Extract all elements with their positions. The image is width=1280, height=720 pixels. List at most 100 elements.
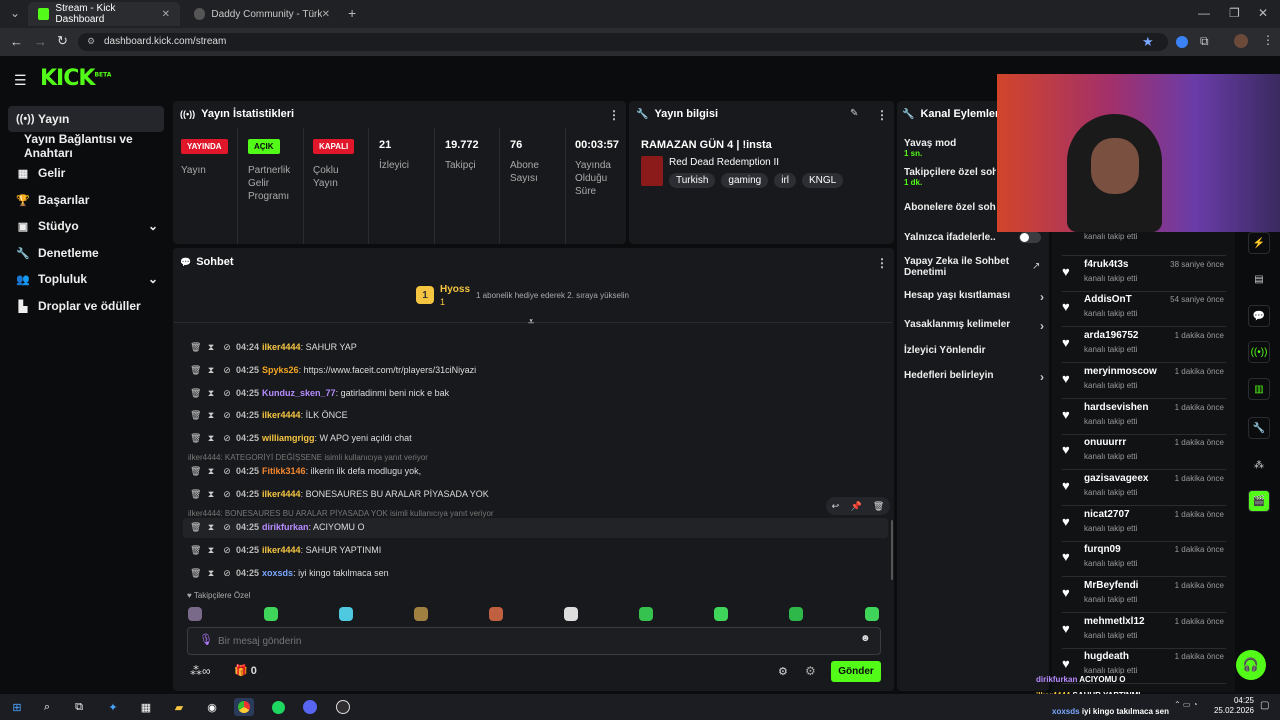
timeout-icon[interactable]: ⧗ (206, 489, 216, 500)
back-icon[interactable]: ← (10, 34, 23, 49)
message-user[interactable]: xoxsds (262, 568, 293, 578)
sidebar-item-yayin[interactable]: ((•)) Yayın (8, 106, 164, 132)
action-account-age[interactable]: Hesap yaşı kısıtlaması › (904, 290, 1044, 304)
close-icon[interactable]: ✕ (322, 9, 330, 20)
chat-message[interactable]: 🗑 ⧗ ⊘ 04:25 ilker4444: İLK ÖNCE (190, 405, 348, 425)
action-ai-moderation[interactable]: Yapay Zeka ile Sohbet Denetimi (904, 256, 1014, 278)
ban-icon[interactable]: ⊘ (222, 545, 232, 556)
profile-avatar[interactable] (1234, 34, 1248, 48)
timeout-icon[interactable]: ⧗ (206, 568, 216, 579)
microphone-icon[interactable]: 🎙 (199, 633, 213, 646)
windows-start-icon[interactable]: ⊞ (8, 698, 26, 716)
timeout-icon[interactable]: ⧗ (206, 388, 216, 399)
chat-message[interactable]: 🗑 ⧗ ⊘ 04:25 Kunduz_sken_77: gatirladinmi ben… (190, 383, 449, 403)
tag-chip[interactable]: gaming (721, 173, 769, 188)
follower-name[interactable]: MrBeyfendi (1084, 580, 1138, 591)
ban-icon[interactable]: ⊘ (222, 433, 232, 444)
file-explorer-icon[interactable]: ▰ (170, 698, 188, 716)
kick-logo[interactable]: KICKBETA (40, 66, 111, 91)
close-icon[interactable]: ✕ (162, 9, 170, 20)
emote-icon[interactable] (639, 607, 653, 621)
trash-icon[interactable]: 🗑 (190, 365, 201, 376)
trash-icon[interactable]: 🗑 (190, 489, 201, 500)
tag-chip[interactable]: irl (774, 173, 797, 188)
info-menu-icon[interactable]: ⋮ (876, 108, 888, 122)
emote-icon[interactable] (714, 607, 728, 621)
extension-icon[interactable] (1176, 36, 1188, 48)
leaderboard-user[interactable]: Hyoss (440, 284, 470, 295)
sidebar-item-droplar[interactable]: ▙ Droplar ve ödüller (8, 293, 164, 319)
emote-icon[interactable] (188, 607, 202, 621)
store-icon[interactable]: ▦ (137, 698, 155, 716)
trash-icon[interactable]: 🗑 (190, 410, 201, 421)
chat-settings-icon[interactable]: ⚙ (805, 664, 816, 678)
reload-icon[interactable]: ↻ (57, 33, 68, 49)
timeout-icon[interactable]: ⧗ (206, 410, 216, 421)
chat-menu-icon[interactable]: ⋮ (876, 256, 888, 270)
browser-menu-icon[interactable]: ⋮ (1262, 33, 1274, 47)
settings-gear-icon[interactable]: ⚙ (778, 665, 788, 678)
message-user[interactable]: dirikfurkan (262, 522, 309, 532)
action-slow-mode[interactable]: Yavaş mod 1 sn. (904, 138, 956, 158)
taskbar-clock[interactable]: 04:25 25.02.2026 (1200, 696, 1254, 716)
system-tray-icons[interactable]: ⌃ ▭ ◔ (1174, 700, 1198, 709)
send-button[interactable]: Gönder (831, 661, 881, 682)
sidebar-item-basarilar[interactable]: 🏆 Başarılar (8, 187, 164, 213)
action-banned-words[interactable]: Yasaklanmış kelimeler › (904, 319, 1044, 333)
timeout-icon[interactable]: ⧗ (206, 365, 216, 376)
task-view-icon[interactable]: ⧉ (70, 698, 88, 716)
edit-pencil-icon[interactable]: ✎ (850, 108, 858, 119)
broadcast-icon[interactable]: ((•)) (1248, 341, 1270, 363)
timeout-icon[interactable]: ⧗ (206, 522, 216, 533)
ban-icon[interactable]: ⊘ (222, 522, 232, 533)
action-emote-only[interactable]: Yalnızca ifadelerle... (904, 232, 996, 243)
wrench-icon[interactable]: 🔧 (1248, 417, 1270, 439)
steam-client-icon[interactable]: ◉ (203, 698, 221, 716)
external-link-icon[interactable]: ↗ (1032, 261, 1040, 272)
spotify-icon[interactable] (269, 698, 287, 716)
follower-name[interactable]: arda196752 (1084, 330, 1139, 341)
trash-icon[interactable]: 🗑 (190, 568, 201, 579)
users-icon[interactable]: ⁂ (1248, 454, 1270, 476)
maximize-icon[interactable]: ❐ (1229, 6, 1240, 20)
emote-icon[interactable] (489, 607, 503, 621)
timeout-icon[interactable]: ⧗ (206, 342, 216, 353)
trash-icon[interactable]: 🗑 (190, 342, 201, 353)
follower-name[interactable]: onuuurrr (1084, 437, 1126, 448)
timeout-icon[interactable]: ⧗ (206, 433, 216, 444)
ban-icon[interactable]: ⊘ (222, 365, 232, 376)
chat-message[interactable]: 🗑 ⧗ ⊘ 04:25 xoxsds: iyi kingo takılmaca sen (190, 563, 389, 583)
chat-message[interactable]: 🗑 ⧗ ⊘ 04:24 ilker4444: SAHUR YAP (190, 337, 357, 357)
clip-icon[interactable]: 🎬 (1248, 490, 1270, 512)
action-goals[interactable]: Hedefleri belirleyin › (904, 370, 1044, 384)
emote-icon[interactable] (789, 607, 803, 621)
message-user[interactable]: Spyks26 (262, 365, 299, 375)
message-user[interactable]: ilker4444 (262, 489, 301, 499)
tab-list-icon[interactable]: ⌄ (10, 6, 20, 20)
search-icon[interactable]: ⌕ (38, 698, 56, 716)
trash-icon[interactable]: 🗑 (190, 522, 201, 533)
chat-message[interactable]: 🗑 ⧗ ⊘ 04:25 ilker4444: BONESAURES BU ARALAR … (190, 484, 489, 504)
follower-name[interactable]: mehmetlxl12 (1084, 616, 1145, 627)
emote-only-toggle[interactable] (1019, 232, 1041, 243)
chat-message[interactable]: 🗑 ⧗ ⊘ 04:25 Spyks26: https://www.faceit.com/… (190, 360, 476, 380)
site-info-icon[interactable]: ⚙ (87, 36, 95, 47)
document-icon[interactable]: ▤ (1248, 268, 1270, 290)
trash-icon[interactable]: 🗑 (190, 433, 201, 444)
forward-icon[interactable]: → (34, 34, 47, 49)
follower-name[interactable]: f4ruk4t3s (1084, 259, 1128, 270)
emote-icon[interactable] (264, 607, 278, 621)
collapse-icon[interactable]: ⩡ (528, 316, 534, 329)
sidebar-item-studyo[interactable]: ▣ Stüdyo ⌄ (8, 213, 164, 239)
action-followers-only[interactable]: Takipçilere özel sohbet1 dk. (904, 167, 996, 187)
emote-icon[interactable] (339, 607, 353, 621)
follower-name[interactable]: meryinmoscow (1084, 366, 1157, 377)
reply-icon[interactable]: ↩ (832, 501, 840, 512)
sidebar-item-topluluk[interactable]: 👥 Topluluk ⌄ (8, 266, 164, 292)
message-user[interactable]: Kunduz_sken_77 (262, 388, 336, 398)
puzzle-icon[interactable]: ⧉ (1200, 34, 1209, 49)
ban-icon[interactable]: ⊘ (222, 489, 232, 500)
url-input[interactable]: dashboard.kick.com/stream (78, 33, 1168, 51)
follower-name[interactable]: hardsevishen (1084, 402, 1148, 413)
emoji-picker-icon[interactable]: ☻ (860, 633, 871, 644)
